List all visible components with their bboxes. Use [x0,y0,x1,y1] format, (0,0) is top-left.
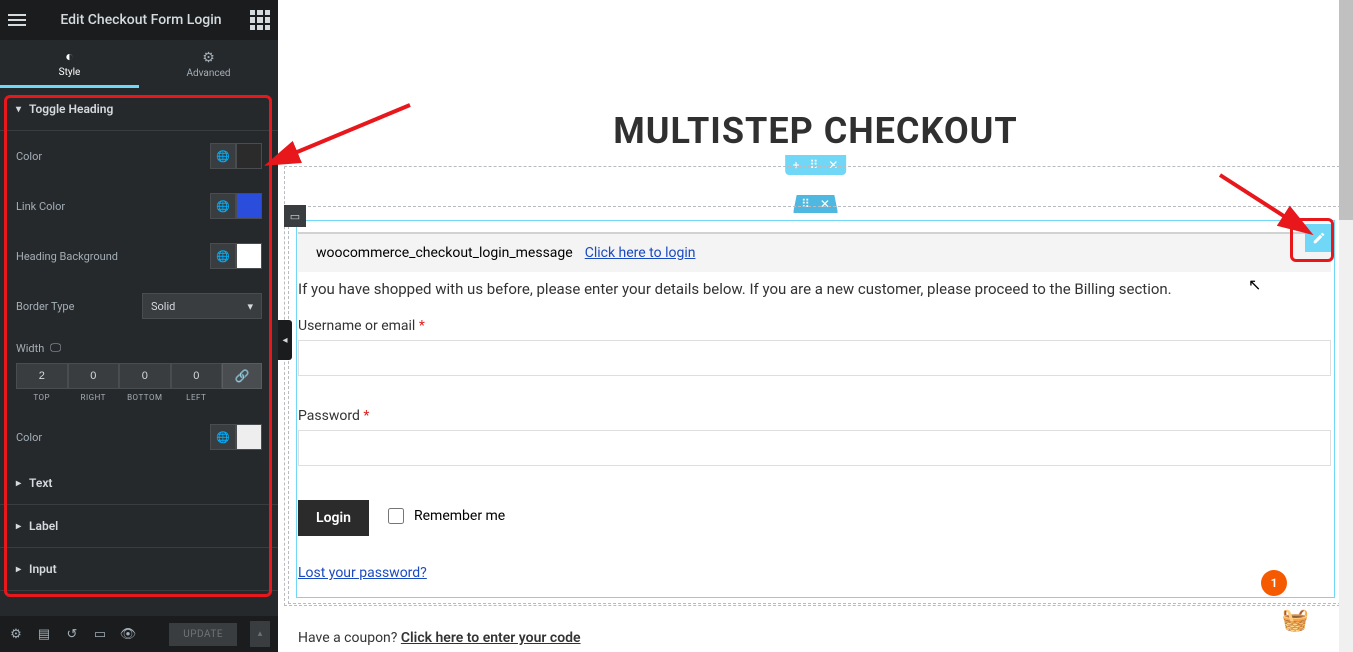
chevron-down-icon: ▾ [247,300,253,313]
control-heading-background: Heading Background 🌐 [0,231,278,281]
width-left-input[interactable] [171,363,223,389]
caret-right-icon: ▸ [16,564,21,575]
scrollbar-thumb[interactable] [1339,0,1353,220]
panel-body: ▾ Toggle Heading Color 🌐 Link Color 🌐 He… [0,88,278,591]
login-link[interactable]: Click here to login [585,245,696,261]
page-title: MULTISTEP CHECKOUT [278,110,1353,152]
caret-right-icon: ▸ [16,478,21,489]
lost-password-link[interactable]: Lost your password? [298,565,427,581]
update-button[interactable]: UPDATE [169,623,237,646]
sidebar-title: Edit Checkout Form Login [32,12,250,28]
section-label: Input [29,562,57,576]
width-label-right: RIGHT [81,393,106,402]
tab-style[interactable]: ◐ Style [0,40,139,88]
control-label: Heading Background [16,250,118,263]
globe-icon[interactable]: 🌐 [210,143,236,169]
remember-label: Remember me [414,508,505,524]
globe-icon[interactable]: 🌐 [210,243,236,269]
password-input[interactable] [298,430,1331,466]
section-label: Toggle Heading [29,102,113,116]
control-color: Color 🌐 [0,131,278,181]
widget-outline [296,220,1335,598]
widgets-grid-icon[interactable] [250,10,270,30]
settings-icon[interactable]: ⚙ [8,626,24,642]
column-handle-icon[interactable]: ▭ [284,205,306,227]
control-border-type: Border Type Solid ▾ [0,281,278,331]
coupon-row: Have a coupon? Click here to enter your … [298,630,581,646]
section-label: Label [29,519,58,533]
control-border-color: Color 🌐 [0,412,278,462]
username-label: Username or email * [298,318,425,334]
editor-sidebar: Edit Checkout Form Login ◐ Style ⚙ Advan… [0,0,278,652]
responsive-icon[interactable]: ▭ [92,626,108,642]
color-swatch[interactable] [236,424,262,450]
required-marker: * [419,318,425,334]
coupon-prompt: Have a coupon? [298,630,397,646]
notification-badge[interactable]: 1 [1261,570,1287,596]
sidebar-header: Edit Checkout Form Login [0,0,278,40]
color-swatch[interactable] [236,243,262,269]
section-label[interactable]: ▸ Label [0,505,278,548]
width-label-left: LEFT [186,393,206,402]
login-message-bar: woocommerce_checkout_login_message Click… [298,232,1331,272]
remember-checkbox[interactable] [388,508,404,524]
control-label: Color [16,431,42,444]
control-label: Border Type [16,300,74,313]
message-key: woocommerce_checkout_login_message [316,245,573,261]
tab-label: Style [59,67,81,78]
history-icon[interactable]: ↺ [64,626,80,642]
width-top-input[interactable] [16,363,68,389]
label-text: Username or email [298,318,415,334]
sidebar-tabs: ◐ Style ⚙ Advanced [0,40,278,88]
navigator-icon[interactable]: ▤ [36,626,52,642]
width-bottom-input[interactable] [119,363,171,389]
preview-icon[interactable]: 👁 [120,626,136,642]
control-label: Width [16,342,44,355]
collapse-sidebar-button[interactable]: ◂ [278,320,292,360]
password-label: Password * [298,408,369,424]
tab-advanced[interactable]: ⚙ Advanced [139,40,278,88]
width-label-top: TOP [33,393,50,402]
control-label: Link Color [16,200,65,213]
width-label-bottom: BOTTOM [127,393,162,402]
sidebar-footer: ⚙ ▤ ↺ ▭ 👁 UPDATE ▴ [0,616,278,652]
control-link-color: Link Color 🌐 [0,181,278,231]
width-right-input[interactable] [68,363,120,389]
caret-down-icon: ▾ [16,104,21,115]
cart-icon[interactable]: 🧺 [1282,608,1309,633]
globe-icon[interactable]: 🌐 [210,424,236,450]
login-info-text: If you have shopped with us before, plea… [298,280,1331,298]
style-icon: ◐ [65,48,73,65]
select-value: Solid [151,300,175,313]
link-values-icon[interactable]: 🔗 [222,363,262,389]
globe-icon[interactable]: 🌐 [210,193,236,219]
preview-canvas: MULTISTEP CHECKOUT + ⠿ ✕ ⠿ ✕ ▭ woocommer… [278,0,1353,652]
edit-widget-button[interactable] [1305,224,1333,252]
section-text[interactable]: ▸ Text [0,462,278,505]
update-options-button[interactable]: ▴ [250,621,270,647]
login-button[interactable]: Login [298,500,369,536]
pencil-icon [1312,231,1326,245]
username-input[interactable] [298,340,1331,376]
section-label: Text [29,476,52,490]
gear-icon: ⚙ [202,50,215,66]
section-toggle-heading[interactable]: ▾ Toggle Heading [0,88,278,131]
remember-me[interactable]: Remember me [388,508,505,524]
tab-label: Advanced [186,68,230,79]
caret-right-icon: ▸ [16,521,21,532]
label-text: Password [298,408,360,424]
border-type-select[interactable]: Solid ▾ [142,293,262,319]
desktop-icon[interactable]: 🖵 [50,341,61,355]
coupon-link[interactable]: Click here to enter your code [401,630,581,646]
color-swatch[interactable] [236,193,262,219]
color-swatch[interactable] [236,143,262,169]
required-marker: * [363,408,369,424]
section-input[interactable]: ▸ Input [0,548,278,591]
control-label: Color [16,150,42,163]
control-width: Width 🖵 TOP RIGHT BOTTOM LEFT [0,331,278,412]
menu-icon[interactable] [8,8,32,32]
